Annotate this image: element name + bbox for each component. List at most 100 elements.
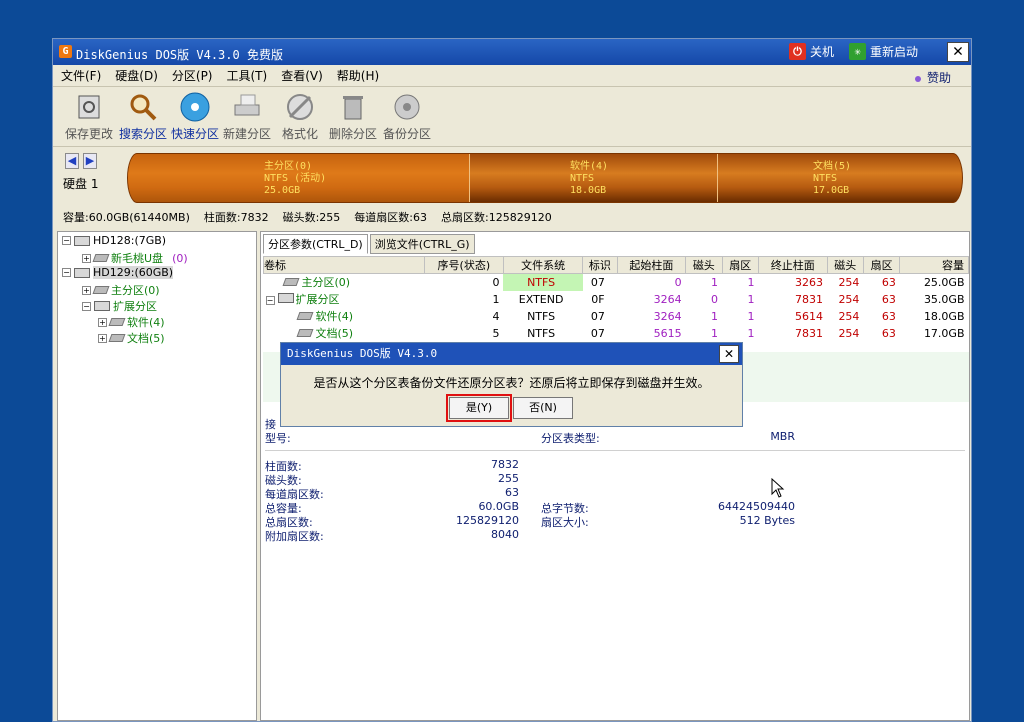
hard-disk-icon (74, 267, 90, 278)
segment-primary[interactable]: 主分区(0) NTFS (活动) 25.0GB (128, 154, 470, 202)
quick-partition-label: 快速分区 (170, 127, 219, 141)
col-fs[interactable]: 文件系统 (502, 256, 584, 274)
partition-icon (282, 278, 299, 287)
format-button[interactable]: 格式化 (277, 91, 323, 142)
cell-start-cyl: 5615 (653, 326, 682, 340)
col-end-head[interactable]: 磁头 (826, 256, 864, 274)
collapse-icon[interactable]: − (62, 268, 71, 277)
partition-icon (296, 312, 313, 320)
tab-browse-files[interactable]: 浏览文件(CTRL_G) (369, 234, 475, 254)
tree-item-extended[interactable]: − 扩展分区 (82, 298, 157, 314)
new-partition-button[interactable]: 新建分区 (221, 91, 273, 142)
cell-end-sector: 63 (881, 326, 896, 340)
cell-volume-label: 文档(5) (315, 327, 354, 340)
donate-link[interactable]: 赞助 (914, 69, 951, 86)
toolbar: 保存更改 搜索分区 快速分区 新建分区 格式化 删除分区 备份分区 (53, 87, 971, 147)
cell-index: 1 (492, 292, 500, 306)
donate-label: 赞助 (926, 71, 951, 85)
expand-icon[interactable]: + (98, 317, 107, 327)
cell-volume: 主分区(0) (264, 274, 425, 291)
dialog-close-icon[interactable]: ✕ (719, 345, 739, 363)
segment-size: 25.0GB (264, 185, 301, 196)
collapse-icon[interactable]: − (265, 296, 275, 305)
col-volume[interactable]: 卷标 (263, 256, 425, 274)
menu-disk[interactable]: 硬盘(D) (115, 67, 158, 84)
col-end-cyl[interactable]: 终止柱面 (757, 256, 828, 274)
cell-end-sector: 63 (881, 275, 896, 289)
restart-button[interactable]: ✳ 重新启动 (849, 43, 918, 60)
search-icon (127, 91, 159, 123)
tree-item-usb[interactable]: + 新毛桃U盘 (0) (82, 250, 188, 266)
menu-partition[interactable]: 分区(P) (172, 67, 213, 84)
dialog-message: 是否从这个分区表备份文件还原分区表？还原后将立即保存到磁盘并生效。 (313, 376, 710, 390)
disk-spt: 每道扇区数:63 (354, 211, 427, 224)
divider (265, 450, 965, 451)
close-button[interactable]: ✕ (947, 42, 969, 62)
expand-icon[interactable]: + (98, 333, 107, 343)
menu-view[interactable]: 查看(V) (281, 67, 323, 84)
table-row[interactable]: 主分区(0) 0 NTFS 07 0 1 1 3263 254 63 25.0G… (264, 273, 969, 291)
cell-end-head: 254 (838, 292, 860, 306)
restart-label: 重新启动 (870, 45, 919, 59)
cell-start-sector: 1 (747, 326, 755, 340)
segment-fs: NTFS (570, 173, 595, 184)
collapse-icon[interactable]: − (62, 236, 71, 245)
tree-item-hd129[interactable]: − HD129:(60GB) (62, 266, 174, 279)
save-changes-button[interactable]: 保存更改 (63, 91, 115, 142)
cell-index: 5 (492, 326, 500, 340)
cell-volume: 文档(5) (264, 325, 425, 342)
table-row[interactable]: 文档(5) 5 NTFS 07 5615 1 1 7831 254 63 17.… (264, 325, 969, 342)
quick-partition-button[interactable]: 快速分区 (169, 91, 221, 142)
col-capacity[interactable]: 容量 (899, 256, 969, 274)
col-start-head[interactable]: 磁头 (685, 256, 723, 274)
tree-item-hd128[interactable]: − HD128:(7GB) (62, 234, 166, 247)
table-row[interactable]: − 扩展分区 1 EXTEND 0F 3264 0 1 7831 254 63 3… (264, 291, 969, 308)
cell-capacity: 18.0GB (923, 309, 965, 323)
col-start-cyl[interactable]: 起始柱面 (616, 256, 687, 274)
power-icon: ⏻ (789, 43, 806, 60)
sectors-value: 125829120 (456, 514, 519, 527)
collapse-icon[interactable]: − (82, 301, 91, 311)
menu-bar: 文件(F) 硬盘(D) 分区(P) 工具(T) 查看(V) 帮助(H) (53, 65, 971, 87)
save-icon (73, 91, 105, 123)
col-start-sector[interactable]: 扇区 (721, 256, 759, 274)
shutdown-button[interactable]: ⏻ 关机 (789, 43, 834, 60)
table-header-row: 卷标 序号(状态) 文件系统 标识 起始柱面 磁头 扇区 终止柱面 磁头 扇区 … (263, 256, 969, 274)
tree-item-primary[interactable]: + 主分区(0) (82, 282, 160, 298)
col-end-sector[interactable]: 扇区 (862, 256, 901, 274)
cell-end-sector: 63 (881, 309, 896, 323)
backup-icon (391, 91, 423, 123)
cell-capacity: 35.0GB (923, 292, 965, 306)
cell-start-head: 1 (711, 326, 719, 340)
backup-partition-button[interactable]: 备份分区 (381, 91, 433, 142)
expand-icon[interactable]: + (82, 253, 91, 263)
next-disk-icon[interactable]: ▶ (83, 153, 97, 169)
format-icon (284, 91, 316, 123)
table-row[interactable]: 软件(4) 4 NTFS 07 3264 1 1 5614 254 63 18.… (264, 308, 969, 325)
menu-tools[interactable]: 工具(T) (227, 67, 268, 84)
cell-end-cyl: 3263 (795, 275, 824, 289)
expand-icon[interactable]: + (82, 285, 91, 295)
yes-button[interactable]: 是(Y) (446, 394, 512, 422)
disk-map: ◀ ▶ 硬盘 1 主分区(0) NTFS (活动) 25.0GB 软件(4) N… (53, 149, 971, 207)
cell-start-head: 1 (711, 309, 719, 323)
segment-documents[interactable]: 文档(5) NTFS 17.0GB (718, 154, 962, 202)
sector-size-value: 512 Bytes (739, 514, 795, 527)
menu-help[interactable]: 帮助(H) (337, 67, 379, 84)
col-id[interactable]: 标识 (582, 256, 618, 274)
disk-nav: ◀ ▶ (65, 153, 97, 169)
menu-file[interactable]: 文件(F) (61, 67, 101, 84)
col-index[interactable]: 序号(状态) (423, 256, 504, 274)
segment-software[interactable]: 软件(4) NTFS 18.0GB (470, 154, 718, 202)
cell-id: 07 (590, 309, 605, 323)
tree-item-documents[interactable]: + 文档(5) (98, 330, 165, 346)
tab-partition-params[interactable]: 分区参数(CTRL_D) (263, 234, 368, 254)
tree-item-software[interactable]: + 软件(4) (98, 314, 165, 330)
no-button[interactable]: 否(N) (513, 397, 573, 419)
cell-start-sector: 1 (747, 275, 755, 289)
search-partition-button[interactable]: 搜索分区 (117, 91, 169, 142)
cell-end-cyl: 7831 (795, 326, 824, 340)
tree-label: HD128:(7GB) (93, 234, 167, 247)
delete-partition-button[interactable]: 删除分区 (327, 91, 379, 142)
prev-disk-icon[interactable]: ◀ (65, 153, 79, 169)
